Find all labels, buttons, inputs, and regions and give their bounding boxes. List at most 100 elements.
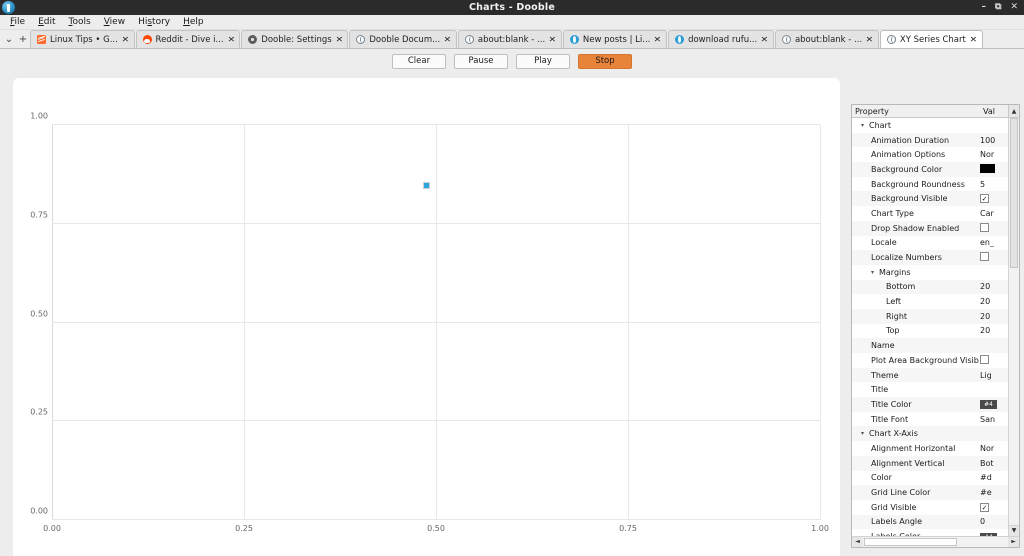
property-value[interactable]: Car <box>979 209 1008 218</box>
property-value[interactable]: ✓ <box>979 503 1008 512</box>
property-row[interactable]: Animation OptionsNor <box>852 147 1008 162</box>
checkbox[interactable] <box>980 252 989 261</box>
property-row[interactable]: ▾Chart X-Axis <box>852 426 1008 441</box>
scroll-right-button[interactable]: ► <box>1008 537 1019 547</box>
color-swatch[interactable] <box>980 164 995 173</box>
property-row[interactable]: Chart TypeCar <box>852 206 1008 221</box>
minimize-icon[interactable]: – <box>982 3 987 12</box>
property-row[interactable]: Background Visible✓ <box>852 191 1008 206</box>
color-swatch[interactable]: #4 <box>980 400 997 409</box>
property-row[interactable]: Animation Duration100 <box>852 133 1008 148</box>
property-value[interactable]: San <box>979 415 1008 424</box>
checkbox[interactable]: ✓ <box>980 503 989 512</box>
menu-file[interactable]: File <box>4 15 31 29</box>
property-row[interactable]: Right20 <box>852 309 1008 324</box>
property-row[interactable]: Title <box>852 382 1008 397</box>
tab-close-icon[interactable]: ✕ <box>444 35 452 44</box>
maximize-icon[interactable]: ⧉ <box>995 3 1001 12</box>
property-row[interactable]: Bottom20 <box>852 280 1008 295</box>
property-value[interactable]: 100 <box>979 136 1008 145</box>
menu-tools[interactable]: Tools <box>63 15 97 29</box>
property-row[interactable]: Color#d <box>852 471 1008 486</box>
property-row[interactable]: Drop Shadow Enabled <box>852 221 1008 236</box>
clear-button[interactable]: Clear <box>392 54 446 69</box>
tab-close-icon[interactable]: ✕ <box>866 35 874 44</box>
property-row[interactable]: Top20 <box>852 324 1008 339</box>
horizontal-scroll-thumb[interactable] <box>864 538 957 546</box>
browser-tab[interactable]: about:blank - ...✕ <box>775 30 879 48</box>
property-row[interactable]: Name <box>852 338 1008 353</box>
expand-collapse-icon[interactable]: ▾ <box>871 269 879 276</box>
property-row[interactable]: Grid Visible✓ <box>852 500 1008 515</box>
property-row[interactable]: Labels Angle0 <box>852 515 1008 530</box>
property-value[interactable]: #e <box>979 488 1008 497</box>
menu-history[interactable]: History <box>132 15 176 29</box>
browser-tab[interactable]: Linux Tips • G...✕ <box>30 30 135 48</box>
property-row[interactable]: Alignment VerticalBot <box>852 456 1008 471</box>
browser-tab[interactable]: download rufu...✕ <box>668 30 774 48</box>
menu-help[interactable]: Help <box>177 15 210 29</box>
tab-close-icon[interactable]: ✕ <box>227 35 235 44</box>
property-row[interactable]: Localize Numbers <box>852 250 1008 265</box>
property-horizontal-scrollbar[interactable]: ◄ ► <box>852 536 1019 547</box>
property-value[interactable]: Lig <box>979 371 1008 380</box>
property-value[interactable]: #d <box>979 473 1008 482</box>
new-tab-button[interactable]: + <box>16 30 30 48</box>
tab-list-chevron-icon[interactable]: ⌄ <box>2 30 16 48</box>
pause-button[interactable]: Pause <box>454 54 508 69</box>
property-value[interactable]: en_ <box>979 238 1008 247</box>
property-value[interactable] <box>979 223 1008 234</box>
property-value[interactable]: Nor <box>979 150 1008 159</box>
chart-canvas[interactable]: 0.000.250.500.751.000.000.250.500.751.00 <box>13 78 840 556</box>
property-value[interactable]: ✓ <box>979 194 1008 203</box>
property-value[interactable] <box>979 355 1008 366</box>
expand-collapse-icon[interactable]: ▾ <box>861 430 869 437</box>
property-row[interactable]: ThemeLig <box>852 368 1008 383</box>
property-value[interactable]: 5 <box>979 180 1008 189</box>
property-value[interactable] <box>979 164 1008 175</box>
close-icon[interactable]: ✕ <box>1010 3 1018 12</box>
browser-tab[interactable]: Reddit - Dive i...✕ <box>136 30 241 48</box>
property-vertical-scrollbar[interactable]: ▼ <box>1008 118 1019 536</box>
tab-close-icon[interactable]: ✕ <box>121 35 129 44</box>
property-row[interactable]: ▾Margins <box>852 265 1008 280</box>
browser-tab[interactable]: Dooble Docum...✕ <box>349 30 457 48</box>
scroll-left-button[interactable]: ◄ <box>852 537 863 547</box>
menu-view[interactable]: View <box>98 15 131 29</box>
tab-close-icon[interactable]: ✕ <box>761 35 769 44</box>
property-row[interactable]: Background Roundness5 <box>852 177 1008 192</box>
property-row[interactable]: Title FontSan <box>852 412 1008 427</box>
property-row[interactable]: ▾Chart <box>852 118 1008 133</box>
property-value[interactable]: 20 <box>979 282 1008 291</box>
play-button[interactable]: Play <box>516 54 570 69</box>
property-row[interactable]: Plot Area Background Visible <box>852 353 1008 368</box>
property-value[interactable]: Nor <box>979 444 1008 453</box>
property-value[interactable]: #4 <box>979 399 1008 409</box>
tab-close-icon[interactable]: ✕ <box>654 35 662 44</box>
tab-close-icon[interactable]: ✕ <box>335 35 343 44</box>
scroll-up-button[interactable]: ▲ <box>1008 105 1019 117</box>
property-row[interactable]: Labels Color#4 <box>852 529 1008 536</box>
property-row[interactable]: Title Color#4 <box>852 397 1008 412</box>
property-row[interactable]: Localeen_ <box>852 236 1008 251</box>
plot-area[interactable]: 0.000.250.500.751.000.000.250.500.751.00 <box>52 125 820 520</box>
browser-tab[interactable]: New posts | Li...✕ <box>563 30 667 48</box>
vertical-scroll-thumb[interactable] <box>1010 118 1018 268</box>
property-value[interactable]: Bot <box>979 459 1008 468</box>
property-row[interactable]: Background Color <box>852 162 1008 177</box>
property-value[interactable]: 20 <box>979 297 1008 306</box>
property-row[interactable]: Alignment HorizontalNor <box>852 441 1008 456</box>
browser-tab[interactable]: about:blank - ...✕ <box>458 30 562 48</box>
property-value[interactable]: 20 <box>979 326 1008 335</box>
browser-tab[interactable]: Dooble: Settings✕ <box>241 30 348 48</box>
expand-collapse-icon[interactable]: ▾ <box>861 122 869 129</box>
tab-close-icon[interactable]: ✕ <box>549 35 557 44</box>
browser-tab[interactable]: XY Series Chart✕ <box>880 30 983 48</box>
property-row[interactable]: Left20 <box>852 294 1008 309</box>
property-value[interactable]: 0 <box>979 517 1008 526</box>
checkbox[interactable] <box>980 355 989 364</box>
scroll-down-button[interactable]: ▼ <box>1009 525 1019 536</box>
property-value[interactable]: 20 <box>979 312 1008 321</box>
property-row[interactable]: Grid Line Color#e <box>852 485 1008 500</box>
checkbox[interactable] <box>980 223 989 232</box>
